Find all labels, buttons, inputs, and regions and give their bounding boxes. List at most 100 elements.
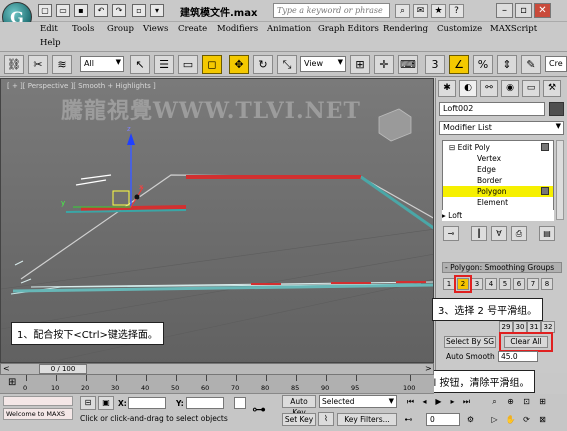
communication-icon[interactable]: ✉ xyxy=(413,4,428,18)
time-slider-thumb[interactable]: 0 / 100 xyxy=(39,364,87,374)
select-and-link-icon[interactable]: ⛓ xyxy=(4,55,24,74)
maximize-button[interactable]: ▫ xyxy=(515,3,532,18)
smoothing-group-3[interactable]: 3 xyxy=(471,278,483,290)
save-file-icon[interactable]: ▪ xyxy=(74,4,88,17)
stack-item-edit-poly[interactable]: ⊟ Edit Poly xyxy=(443,142,553,153)
perspective-viewport[interactable]: x y z [ + ][ Perspective ][ Smooth + Hig… xyxy=(0,78,434,363)
x-coordinate-field[interactable] xyxy=(128,397,166,409)
select-and-move-icon[interactable]: ✥ xyxy=(229,55,249,74)
manipulate-icon[interactable]: ✛ xyxy=(374,55,394,74)
search-icon[interactable]: ⌕ xyxy=(395,4,410,18)
stack-item-loft[interactable]: ▸ Loft xyxy=(442,210,554,221)
auto-smooth-threshold-field[interactable]: 45.0 xyxy=(498,351,538,362)
redo-icon[interactable]: ↷ xyxy=(112,4,126,17)
stack-item-edge[interactable]: Edge xyxy=(443,164,553,175)
go-to-end-icon[interactable]: ⏭ xyxy=(460,395,473,408)
viewport-label[interactable]: [ + ][ Perspective ][ Smooth + Highlight… xyxy=(7,82,156,90)
percent-snap-icon[interactable]: % xyxy=(473,55,493,74)
stack-item-vertex[interactable]: Vertex xyxy=(443,153,553,164)
reference-coordinate-dropdown[interactable]: View ▼ xyxy=(300,56,346,72)
help-icon[interactable]: ? xyxy=(449,4,464,18)
menu-views[interactable]: Views xyxy=(143,24,168,34)
zoom-all-icon[interactable]: ⊕ xyxy=(504,395,517,408)
create-tab-icon[interactable]: ✱ xyxy=(438,80,456,97)
field-of-view-icon[interactable]: ▷ xyxy=(488,413,501,426)
quick-access-dropdown-icon[interactable]: ▾ xyxy=(150,4,164,17)
time-slider-bar[interactable]: < 0 / 100 > xyxy=(0,363,434,375)
smoothing-group-5[interactable]: 5 xyxy=(499,278,511,290)
new-file-icon[interactable]: ▢ xyxy=(38,4,52,17)
pan-icon[interactable]: ✋ xyxy=(504,413,517,426)
close-button[interactable]: ✕ xyxy=(534,3,551,18)
isolate-icon[interactable]: ▣ xyxy=(98,396,114,410)
selection-filter-dropdown[interactable]: All ▼ xyxy=(80,56,124,72)
z-coordinate-field[interactable] xyxy=(234,397,246,409)
window-crossing-icon[interactable]: ◻ xyxy=(202,55,222,74)
motion-tab-icon[interactable]: ◉ xyxy=(501,80,519,97)
hierarchy-tab-icon[interactable]: ⚯ xyxy=(480,80,498,97)
smoothing-group-4[interactable]: 4 xyxy=(485,278,497,290)
maxscript-listener-field[interactable]: Welcome to MAXS xyxy=(3,408,73,420)
set-key-mode-icon[interactable]: ⊶ xyxy=(252,402,266,418)
menu-graph-editors[interactable]: Graph Editors xyxy=(318,24,379,34)
toggle-icon[interactable] xyxy=(541,187,549,195)
lock-selection-icon[interactable]: ⊟ xyxy=(80,396,96,410)
make-unique-icon[interactable]: ∀ xyxy=(491,226,507,241)
named-selection-set-dropdown[interactable]: Cre xyxy=(545,56,567,72)
previous-frame-icon[interactable]: ◂ xyxy=(418,395,431,408)
menu-group[interactable]: Group xyxy=(107,24,134,34)
auto-smooth-button[interactable]: Auto Smooth xyxy=(446,352,495,361)
select-by-name-icon[interactable]: ☰ xyxy=(154,55,174,74)
menu-animation[interactable]: Animation xyxy=(267,24,311,34)
smoothing-group-7[interactable]: 7 xyxy=(527,278,539,290)
selection-region-icon[interactable]: ▭ xyxy=(178,55,198,74)
remove-modifier-icon[interactable]: ⎙ xyxy=(511,226,527,241)
spinner-snap-icon[interactable]: ⇕ xyxy=(497,55,517,74)
default-tangent-icon[interactable]: ⌇ xyxy=(318,412,334,426)
search-input[interactable]: Type a keyword or phrase xyxy=(273,3,390,18)
current-frame-field[interactable]: 0 xyxy=(426,413,460,426)
angle-snap-icon[interactable]: ∠ xyxy=(449,55,469,74)
stack-item-border[interactable]: Border xyxy=(443,175,553,186)
prev-frame-icon[interactable]: < xyxy=(3,364,10,373)
smoothing-group-6[interactable]: 6 xyxy=(513,278,525,290)
set-key-button[interactable]: Set Key xyxy=(282,413,316,426)
time-configuration-icon[interactable]: ⚙ xyxy=(464,413,477,426)
toggle-icon[interactable] xyxy=(541,143,549,151)
select-and-scale-icon[interactable]: ⤡ xyxy=(277,55,297,74)
keyboard-shortcut-icon[interactable]: ⌨ xyxy=(398,55,418,74)
modifier-list-dropdown[interactable]: Modifier List ▼ xyxy=(439,121,564,135)
selection-set-dropdown[interactable]: Selected ▼ xyxy=(319,395,397,408)
object-name-field[interactable]: Loft002 xyxy=(439,102,545,116)
select-by-sg-button[interactable]: Select By SG xyxy=(444,336,496,348)
menu-customize[interactable]: Customize xyxy=(437,24,482,34)
unlink-icon[interactable]: ✂ xyxy=(28,55,48,74)
menu-help[interactable]: Help xyxy=(40,38,61,48)
hold-icon[interactable]: ▫ xyxy=(132,4,146,17)
utilities-tab-icon[interactable]: ⚒ xyxy=(543,80,561,97)
key-mode-toggle-icon[interactable]: ⊷ xyxy=(402,413,415,426)
menu-rendering[interactable]: Rendering xyxy=(383,24,428,34)
display-tab-icon[interactable]: ▭ xyxy=(522,80,540,97)
go-to-start-icon[interactable]: ⏮ xyxy=(404,395,417,408)
menu-edit[interactable]: Edit xyxy=(40,24,58,34)
pin-stack-icon[interactable]: ⊸ xyxy=(443,226,459,241)
bind-space-warp-icon[interactable]: ≋ xyxy=(52,55,72,74)
maxscript-mini-field[interactable] xyxy=(3,396,73,406)
zoom-icon[interactable]: ⌕ xyxy=(488,395,501,408)
object-color-swatch[interactable] xyxy=(549,102,564,116)
smoothing-groups-rollout[interactable]: - Polygon: Smoothing Groups xyxy=(442,262,562,273)
next-frame-icon[interactable]: ▸ xyxy=(446,395,459,408)
maximize-viewport-icon[interactable]: ⊠ xyxy=(536,413,549,426)
y-coordinate-field[interactable] xyxy=(186,397,224,409)
track-bar-icon[interactable]: ⊞ xyxy=(8,377,16,388)
menu-create[interactable]: Create xyxy=(178,24,207,34)
collapse-icon[interactable]: ⊟ xyxy=(449,143,458,152)
stack-item-element[interactable]: Element xyxy=(443,197,553,208)
stack-scrollbar[interactable] xyxy=(556,140,564,220)
orbit-icon[interactable]: ⟳ xyxy=(520,413,533,426)
named-selection-icon[interactable]: ✎ xyxy=(521,55,541,74)
play-icon[interactable]: ▶ xyxy=(432,395,445,408)
auto-key-button[interactable]: Auto Key xyxy=(282,395,316,417)
open-file-icon[interactable]: ▭ xyxy=(56,4,70,17)
